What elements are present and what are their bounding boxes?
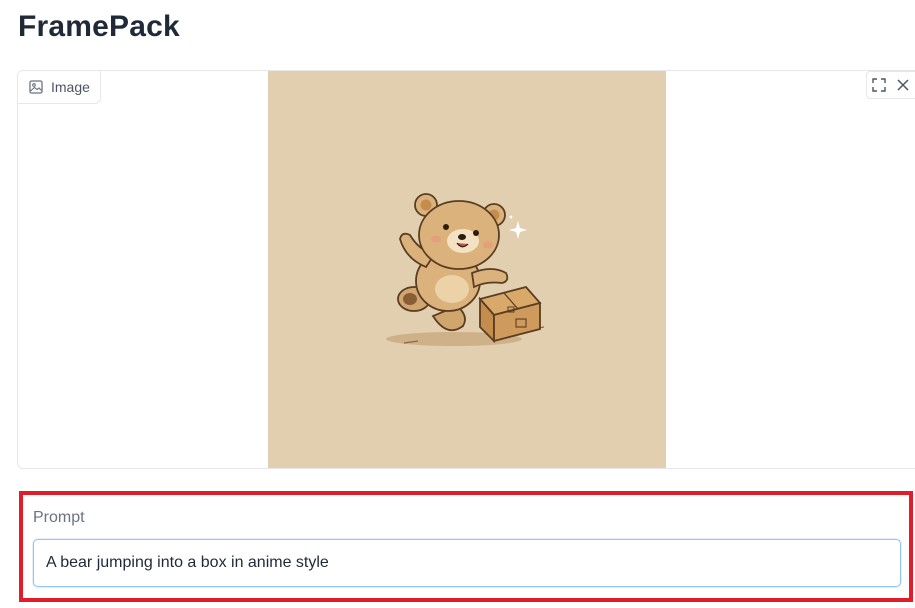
- close-icon[interactable]: [891, 72, 915, 98]
- image-label-text: Image: [51, 79, 90, 95]
- image-toolbar: [866, 71, 915, 99]
- fullscreen-icon[interactable]: [867, 72, 891, 98]
- prompt-input[interactable]: [33, 539, 901, 587]
- prompt-label: Prompt: [33, 509, 85, 526]
- image-icon: [29, 80, 43, 94]
- uploaded-image-preview: [268, 71, 666, 468]
- prompt-section: Prompt: [19, 491, 913, 602]
- page-title: FramePack: [18, 10, 180, 43]
- image-input-panel[interactable]: Image: [17, 70, 915, 469]
- image-input-label: Image: [18, 71, 101, 104]
